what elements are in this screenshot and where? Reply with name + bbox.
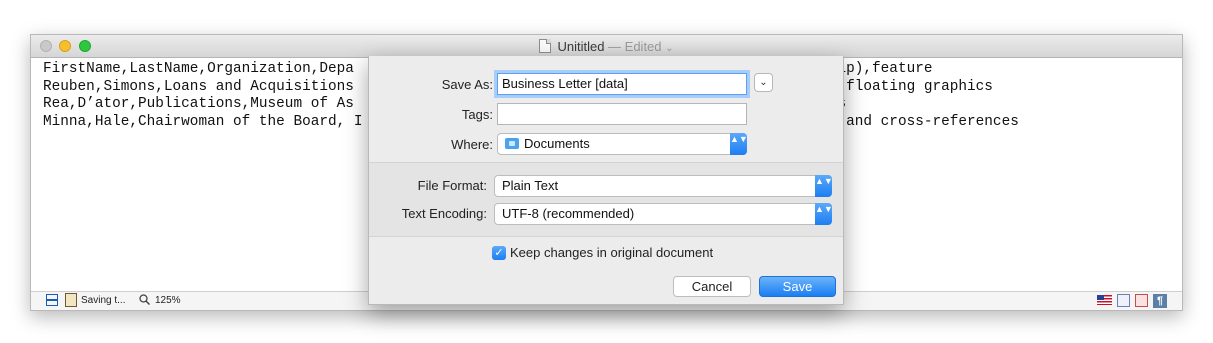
where-label: Where: (451, 137, 493, 152)
tags-field[interactable] (497, 103, 747, 125)
text-encoding-label: Text Encoding: (401, 206, 487, 221)
cancel-button[interactable]: Cancel (673, 276, 751, 297)
format-options-section (369, 163, 843, 236)
clipboard-icon[interactable] (65, 293, 77, 307)
keep-changes-label[interactable]: Keep changes in original document (510, 245, 713, 260)
title-menu-chevron-icon[interactable]: ⌄ (665, 43, 673, 54)
where-value: Documents (524, 136, 590, 151)
chevron-updown-icon: ▲▼ (815, 175, 833, 197)
zoom-level[interactable]: 125% (155, 294, 181, 308)
paragraph-icon[interactable]: ¶ (1153, 294, 1167, 308)
divider (369, 236, 843, 237)
keep-changes-checkbox[interactable]: ✓ (492, 246, 506, 260)
text-encoding-value: UTF-8 (recommended) (502, 206, 635, 221)
page-layout-icon[interactable] (1117, 294, 1130, 307)
window-title-text: Unititled (557, 39, 605, 54)
expand-dialog-button[interactable]: ⌄ (754, 73, 773, 92)
save-as-field[interactable]: Business Letter [data] (497, 73, 747, 95)
where-popup[interactable]: Documents ▲▼ (497, 133, 748, 155)
save-as-label: Save As: (441, 77, 493, 92)
file-format-label: File Format: (417, 178, 487, 193)
file-format-popup[interactable]: Plain Text ▲▼ (494, 175, 833, 197)
title-bar[interactable]: Unititled — Edited ⌄ (31, 35, 1182, 58)
us-flag-icon[interactable] (1097, 295, 1112, 305)
saving-status: Saving t... (81, 295, 126, 306)
chevron-updown-icon: ▲▼ (730, 133, 748, 155)
text-encoding-popup[interactable]: UTF-8 (recommended) ▲▼ (494, 203, 833, 225)
document-icon (539, 39, 552, 53)
window-title[interactable]: Unititled — Edited ⌄ (31, 39, 1182, 54)
layout-icon[interactable] (46, 294, 58, 306)
edited-indicator: — Edited (608, 39, 662, 54)
stamp-icon[interactable] (1135, 294, 1148, 307)
file-format-value: Plain Text (502, 178, 559, 193)
save-button[interactable]: Save (759, 276, 836, 297)
tags-label: Tags: (461, 107, 493, 122)
chevron-updown-icon: ▲▼ (815, 203, 833, 225)
save-dialog-sheet: Save As: Business Letter [data] ⌄ Tags: … (368, 56, 844, 305)
divider (369, 162, 843, 163)
folder-icon (505, 138, 519, 149)
magnifier-icon[interactable] (139, 294, 150, 305)
